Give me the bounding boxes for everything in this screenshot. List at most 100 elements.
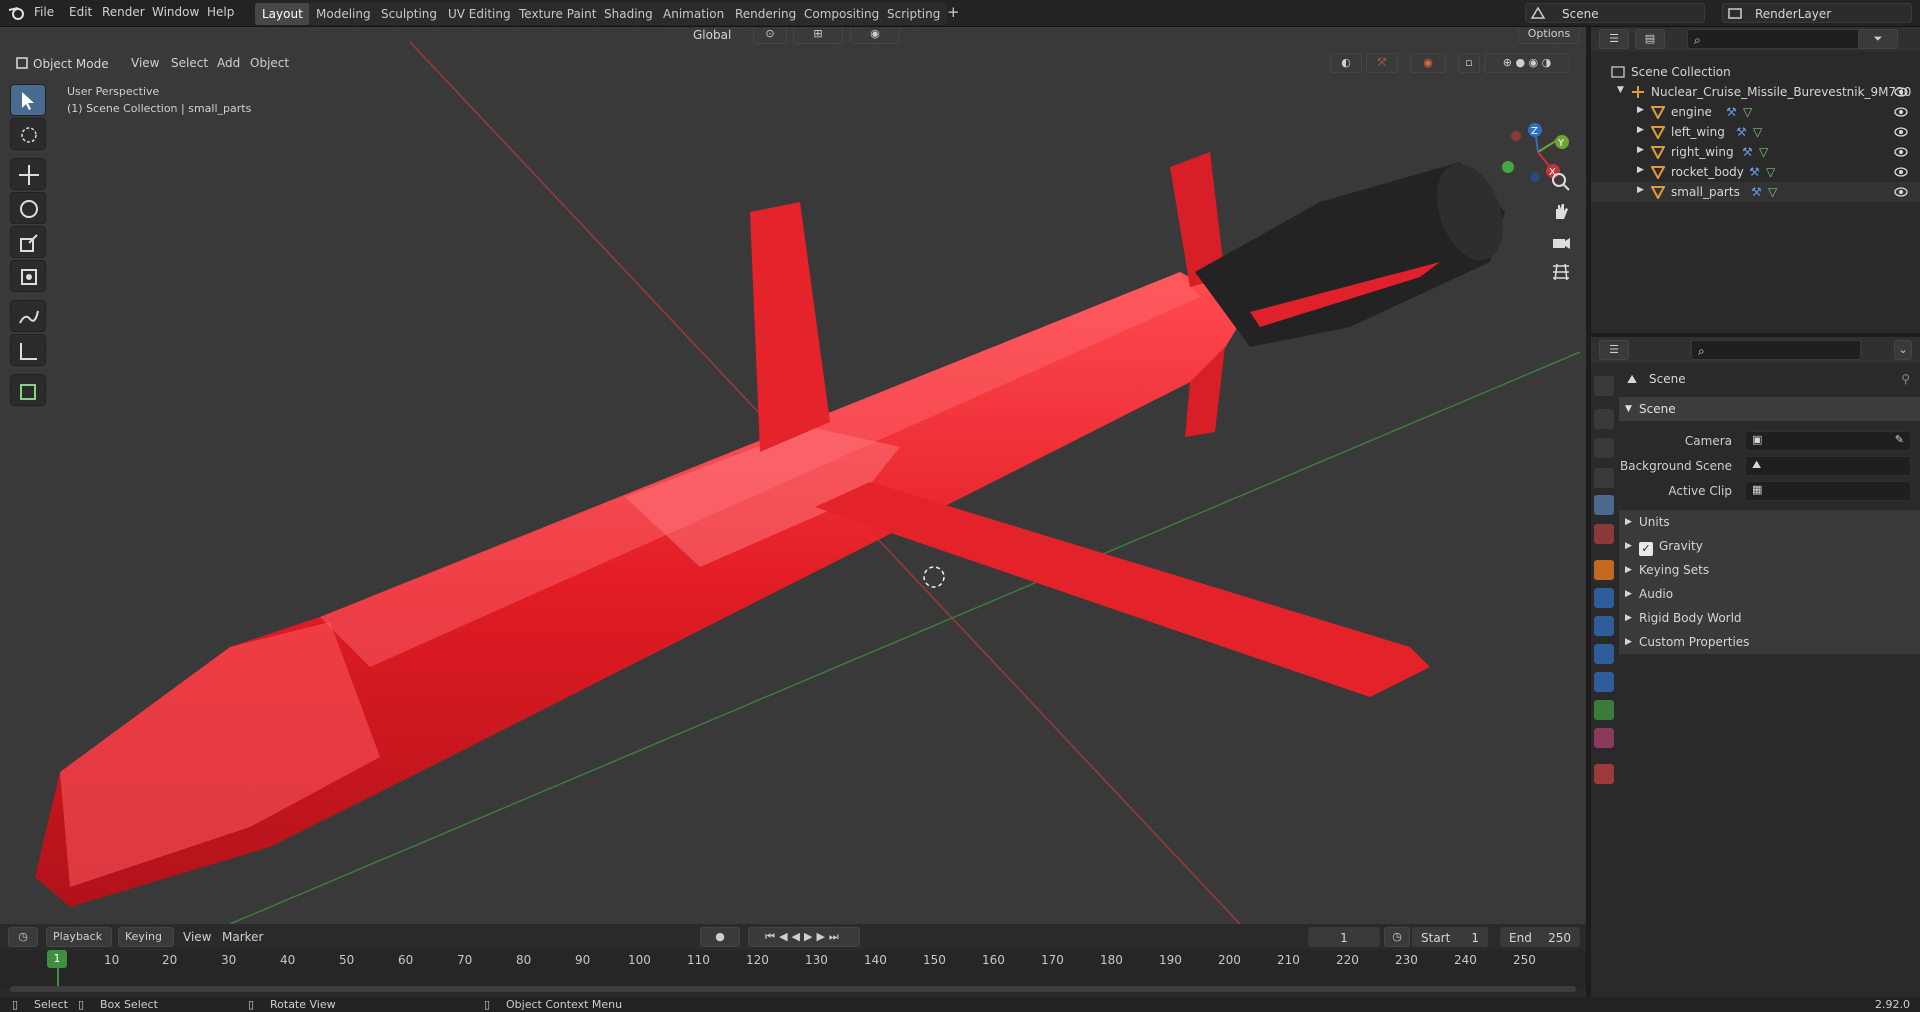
viewport-menu-object[interactable]: Object (250, 56, 289, 70)
viewport-menu-view[interactable]: View (131, 56, 159, 70)
tab-animation[interactable]: Animation (656, 3, 732, 25)
menu-edit[interactable]: Edit (69, 5, 92, 19)
outliner-row-engine[interactable]: ▶ engine ⚒ ▽ (1591, 102, 1920, 122)
eyedropper-icon[interactable]: ✎ (1895, 433, 1904, 446)
view-layer-tab-icon[interactable] (1594, 468, 1614, 488)
playback-controls[interactable]: ⏮◀◀▶▶⏭ (748, 927, 860, 947)
tool-transform[interactable] (10, 260, 46, 292)
expand-arrow-icon[interactable]: ▶ (1637, 165, 1644, 175)
filter-button[interactable]: ⏷ (1858, 29, 1898, 49)
current-frame-field[interactable]: 1 (1308, 927, 1380, 947)
material-tab-icon[interactable] (1594, 728, 1614, 748)
tab-compositing[interactable]: Compositing (797, 3, 887, 25)
editor-type-button[interactable]: ☰ (1599, 29, 1629, 49)
object-tab-icon[interactable] (1594, 560, 1614, 580)
timeline-menu-view[interactable]: View (183, 930, 211, 944)
scene-selector[interactable]: Scene (1525, 3, 1705, 23)
visibility-eye-icon[interactable] (1894, 145, 1908, 159)
playback-menu[interactable]: Playback (46, 927, 112, 947)
proportional-edit-button[interactable]: ◉ (850, 27, 900, 44)
menu-window[interactable]: Window (152, 5, 199, 19)
camera-view-button[interactable] (1548, 230, 1574, 256)
tab-scripting[interactable]: Scripting (880, 3, 948, 25)
blender-logo-icon[interactable] (8, 5, 26, 21)
outliner-row-small-parts[interactable]: ▶ small_parts ⚒ ▽ (1591, 182, 1920, 202)
record-button[interactable]: ● (700, 927, 740, 947)
outliner-row-right-wing[interactable]: ▶ right_wing ⚒ ▽ (1591, 142, 1920, 162)
properties-search[interactable]: ⌕ (1691, 340, 1861, 360)
panel-audio[interactable]: ▶ Audio (1619, 582, 1920, 606)
outliner-row-rocket-body[interactable]: ▶ rocket_body ⚒ ▽ (1591, 162, 1920, 182)
pan-button[interactable] (1548, 199, 1574, 225)
chevron-down-icon[interactable]: ⌄ (1894, 340, 1912, 360)
start-frame-field[interactable]: Start 1 (1412, 927, 1488, 947)
tab-modeling[interactable]: Modeling (309, 3, 378, 25)
tab-shading[interactable]: Shading (597, 3, 660, 25)
view-layer-selector[interactable]: RenderLayer (1722, 3, 1912, 23)
tab-uv-editing[interactable]: UV Editing (441, 3, 518, 25)
visibility-eye-icon[interactable] (1894, 105, 1908, 119)
texture-tab-icon[interactable] (1594, 764, 1614, 784)
modifier-tab-icon[interactable] (1594, 588, 1614, 608)
tool-tab-icon[interactable] (1594, 376, 1614, 396)
outliner-row-left-wing[interactable]: ▶ left_wing ⚒ ▽ (1591, 122, 1920, 142)
output-tab-icon[interactable] (1594, 438, 1614, 458)
visibility-eye-icon[interactable] (1894, 185, 1908, 199)
panel-scene-header[interactable]: ▼ Scene (1619, 397, 1920, 421)
timeline-menu-marker[interactable]: Marker (222, 930, 263, 944)
overlay-toggle[interactable]: ◉ (1410, 53, 1446, 73)
keying-menu[interactable]: Keying (118, 927, 174, 947)
pivot-point-button[interactable]: ⊙ (753, 27, 787, 44)
tool-measure[interactable] (10, 334, 46, 366)
visibility-eye-icon[interactable] (1894, 125, 1908, 139)
particles-tab-icon[interactable] (1594, 616, 1614, 636)
visibility-eye-icon[interactable] (1894, 85, 1908, 99)
mode-selector[interactable]: Object Mode (10, 53, 118, 73)
outliner-row-collection[interactable]: ▼ Nuclear_Cruise_Missile_Burevestnik_9M7… (1591, 82, 1920, 102)
mesh-data-tab-icon[interactable] (1594, 700, 1614, 720)
constraints-tab-icon[interactable] (1594, 672, 1614, 692)
tool-rotate[interactable] (10, 192, 46, 224)
world-tab-icon[interactable] (1594, 524, 1614, 544)
add-workspace-button[interactable]: + (947, 3, 960, 21)
outliner-search[interactable]: ⌕ (1687, 29, 1887, 49)
preview-range-icon[interactable]: ◷ (1384, 927, 1410, 947)
tool-cursor[interactable] (10, 118, 46, 150)
gizmo-toggle[interactable]: ⤧ (1366, 53, 1398, 73)
outliner-row-scene-collection[interactable]: Scene Collection (1591, 62, 1920, 82)
gravity-checkbox[interactable]: ✓ (1639, 542, 1653, 556)
tool-scale[interactable] (10, 226, 46, 258)
panel-custom-properties[interactable]: ▶ Custom Properties (1619, 630, 1920, 654)
zoom-button[interactable] (1548, 169, 1574, 195)
xray-toggle[interactable]: ▫ (1458, 53, 1480, 73)
playhead[interactable]: 1 (47, 950, 67, 968)
expand-arrow-icon[interactable]: ▶ (1637, 145, 1644, 155)
end-frame-field[interactable]: End 250 (1500, 927, 1580, 947)
timeline-scrollbar[interactable] (10, 986, 1576, 992)
expand-arrow-icon[interactable]: ▶ (1637, 125, 1644, 135)
expand-arrow-icon[interactable]: ▼ (1617, 85, 1624, 95)
expand-arrow-icon[interactable]: ▶ (1637, 105, 1644, 115)
active-clip-field[interactable]: ▦ (1745, 481, 1911, 501)
tool-add-cube[interactable] (10, 374, 46, 406)
panel-keying-sets[interactable]: ▶ Keying Sets (1619, 558, 1920, 582)
options-button[interactable]: Options (1518, 27, 1580, 44)
tool-move[interactable] (10, 158, 46, 190)
menu-help[interactable]: Help (207, 5, 234, 19)
perspective-toggle-button[interactable] (1548, 260, 1574, 286)
visibility-eye-icon[interactable] (1894, 165, 1908, 179)
shading-mode-selector[interactable]: ⊕ ● ◉ ◑ (1484, 53, 1570, 73)
tab-sculpting[interactable]: Sculpting (374, 3, 445, 25)
physics-tab-icon[interactable] (1594, 644, 1614, 664)
panel-units[interactable]: ▶ Units (1619, 510, 1920, 534)
tab-texture-paint[interactable]: Texture Paint (512, 3, 604, 25)
menu-file[interactable]: File (34, 5, 54, 19)
viewport-menu-add[interactable]: Add (217, 56, 240, 70)
camera-field[interactable]: ▣ ✎ (1745, 431, 1911, 451)
panel-rigid-body-world[interactable]: ▶ Rigid Body World (1619, 606, 1920, 630)
3d-viewport[interactable]: Z Y X Object Mode View Select Add Object… (0, 27, 1586, 924)
tab-rendering[interactable]: Rendering (728, 3, 804, 25)
editor-type-button[interactable]: ☰ (1599, 340, 1629, 360)
editor-type-button[interactable]: ◷ (8, 927, 38, 947)
panel-gravity[interactable]: ▶ ✓ Gravity (1619, 534, 1920, 558)
